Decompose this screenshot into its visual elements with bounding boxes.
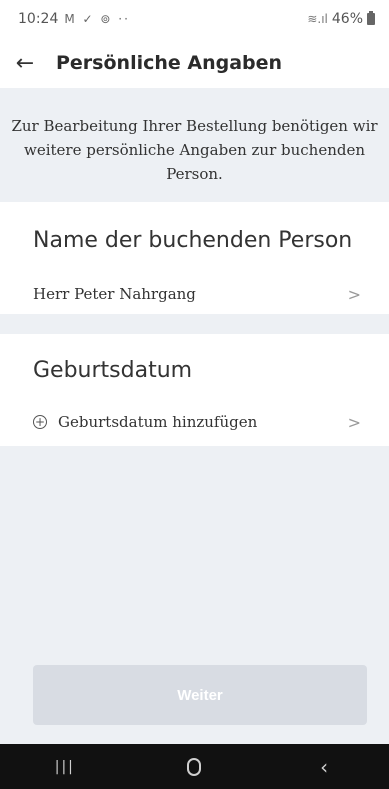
booking-person-section: Name der buchenden Person Herr Peter Nah…	[0, 202, 389, 314]
info-text: Zur Bearbeitung Ihrer Bestellung benötig…	[11, 117, 378, 183]
page-title: Persönliche Angaben	[56, 52, 283, 74]
status-left: 10:24 M ✓ ⊚ ··	[18, 11, 130, 27]
app-bar: ← Persönliche Angaben	[0, 38, 389, 88]
status-right: ≋.ıl 46%	[307, 11, 375, 27]
chevron-right-icon: >	[347, 412, 361, 432]
booking-person-name: Herr Peter Nahrgang	[33, 285, 196, 303]
battery-percent: 46%	[331, 11, 363, 27]
status-time: 10:24	[18, 11, 59, 27]
add-circle-icon: +	[33, 415, 47, 429]
chevron-right-icon: >	[347, 284, 361, 304]
continue-button[interactable]: Weiter	[33, 665, 367, 725]
birthdate-section: Geburtsdatum + Geburtsdatum hinzufügen >	[0, 334, 389, 446]
system-back-button[interactable]: ‹	[294, 744, 354, 789]
booking-person-title: Name der buchenden Person	[33, 228, 353, 253]
battery-icon	[367, 11, 375, 25]
home-button[interactable]	[164, 744, 224, 789]
add-birthdate-label: Geburtsdatum hinzufügen	[58, 413, 258, 431]
home-icon	[187, 757, 202, 776]
notification-icons: M ✓ ⊚ ··	[64, 12, 130, 26]
add-birthdate-row[interactable]: + Geburtsdatum hinzufügen >	[0, 400, 389, 444]
recent-apps-button[interactable]: |||	[35, 744, 95, 789]
birthdate-title: Geburtsdatum	[33, 358, 193, 383]
booking-person-row[interactable]: Herr Peter Nahrgang >	[0, 272, 389, 316]
back-arrow-icon[interactable]: ←	[14, 51, 36, 76]
signal-icon: ≋.ıl	[307, 12, 328, 26]
info-banner: Zur Bearbeitung Ihrer Bestellung benötig…	[0, 88, 389, 202]
status-bar: 10:24 M ✓ ⊚ ·· ≋.ıl 46%	[0, 0, 389, 38]
section-divider	[0, 314, 389, 334]
system-nav-bar: ||| ‹	[0, 744, 389, 789]
